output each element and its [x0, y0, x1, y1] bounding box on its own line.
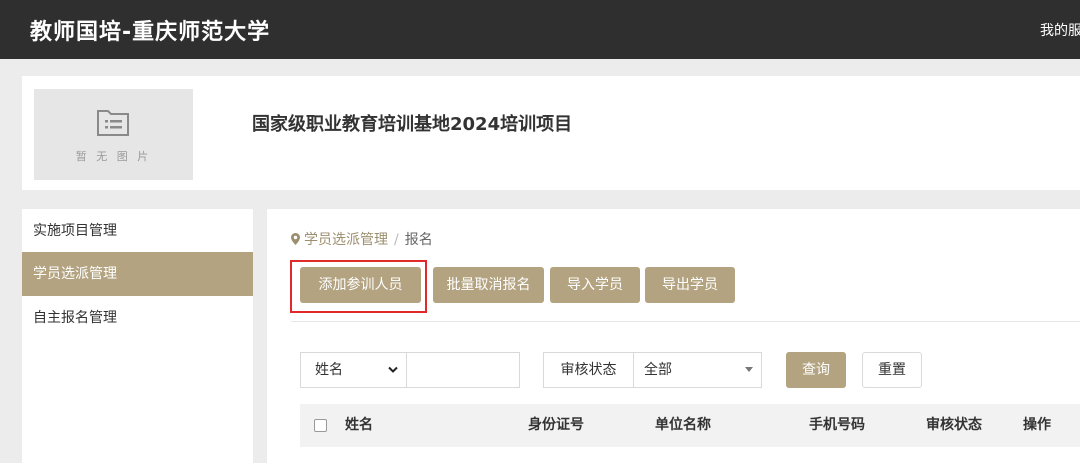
project-title: 国家级职业教育培训基地2024培训项目	[252, 114, 573, 135]
search-input[interactable]	[406, 352, 520, 388]
breadcrumb-separator: /	[394, 232, 399, 248]
column-header-actions: 操作	[1023, 417, 1051, 433]
search-field-select-value: 姓名	[315, 362, 343, 378]
caret-down-icon	[745, 367, 753, 372]
chevron-down-icon	[388, 366, 398, 373]
status-select-value: 全部	[644, 362, 672, 378]
project-thumbnail: 暂 无 图 片	[34, 89, 193, 180]
project-header: 暂 无 图 片 国家级职业教育培训基地2024培训项目	[22, 76, 1080, 190]
location-pin-icon	[291, 233, 300, 245]
batch-cancel-button[interactable]: 批量取消报名	[433, 267, 544, 303]
highlight-frame	[290, 260, 427, 313]
column-header-organization: 单位名称	[655, 417, 711, 433]
select-all-checkbox[interactable]	[314, 419, 327, 432]
column-header-name: 姓名	[345, 417, 373, 433]
search-field-select[interactable]: 姓名	[300, 352, 407, 388]
sidebar: 实施项目管理 学员选派管理 自主报名管理	[22, 209, 253, 463]
sidebar-item-project-management[interactable]: 实施项目管理	[22, 209, 253, 253]
sidebar-item-student-selection[interactable]: 学员选派管理	[22, 252, 253, 296]
export-students-button[interactable]: 导出学员	[645, 267, 735, 303]
table-header: 姓名 身份证号 单位名称 手机号码 审核状态 操作	[300, 404, 1080, 447]
no-image-text: 暂 无 图 片	[75, 150, 152, 163]
column-header-review-status: 审核状态	[926, 417, 982, 433]
import-students-button[interactable]: 导入学员	[550, 267, 640, 303]
breadcrumb: 学员选派管理 / 报名	[291, 229, 433, 249]
my-service-link[interactable]: 我的服务	[1040, 20, 1080, 40]
column-header-phone: 手机号码	[809, 417, 865, 433]
sidebar-item-self-registration[interactable]: 自主报名管理	[22, 296, 253, 340]
status-select[interactable]: 全部	[633, 352, 762, 388]
breadcrumb-parent[interactable]: 学员选派管理	[304, 232, 388, 248]
top-bar: 教师国培-重庆师范大学 我的服务	[0, 0, 1080, 59]
column-header-id-number: 身份证号	[528, 417, 584, 433]
divider	[291, 321, 1080, 322]
reset-button[interactable]: 重置	[862, 352, 922, 388]
file-list-icon	[97, 110, 129, 136]
breadcrumb-current: 报名	[404, 232, 433, 248]
status-filter-label: 审核状态	[543, 352, 634, 388]
query-button[interactable]: 查询	[786, 352, 846, 388]
main-panel: 学员选派管理 / 报名 添加参训人员 批量取消报名 导入学员 导出学员 姓名 审核状…	[267, 209, 1080, 463]
site-title: 教师国培-重庆师范大学	[30, 20, 271, 45]
